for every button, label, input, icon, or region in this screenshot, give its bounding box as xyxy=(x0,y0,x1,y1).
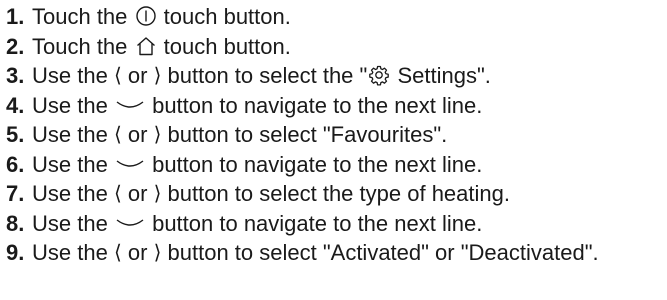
chevron-down-icon xyxy=(115,153,145,175)
step-text-before: Use the xyxy=(32,63,108,88)
chevron-down-icon xyxy=(115,94,145,116)
step-number: 9. xyxy=(6,240,25,265)
step-text-before: Touch the xyxy=(32,33,128,59)
step-text-after-settings: Settings". xyxy=(397,63,491,88)
step-number: 8. xyxy=(6,210,25,236)
gear-icon xyxy=(368,64,390,86)
power-icon xyxy=(135,5,157,27)
instruction-steps: 1. Touch the touch button. 2. Touch the xyxy=(0,0,667,268)
step-text-or: or xyxy=(127,240,148,265)
step-text: Use the button to navigate to the next l… xyxy=(32,150,482,180)
chevron-down-icon xyxy=(115,212,145,234)
chevron-left-icon: ⟨ xyxy=(113,181,122,205)
step-number: 5. xyxy=(6,122,25,147)
step-text: Use the ⟨ or ⟩ button to select the " Se… xyxy=(32,61,491,91)
step-text-or: or xyxy=(127,181,148,206)
step-number: 3. xyxy=(6,63,25,88)
step-7: 7. Use the ⟨ or ⟩ button to select the t… xyxy=(6,179,667,209)
step-text-or: or xyxy=(127,63,148,88)
step-9: 9. Use the ⟨ or ⟩ button to select "Acti… xyxy=(6,238,667,268)
step-text-after: button to navigate to the next line. xyxy=(152,92,483,118)
step-text: Use the button to navigate to the next l… xyxy=(32,209,482,239)
step-number: 4. xyxy=(6,92,25,118)
chevron-left-icon: ⟨ xyxy=(113,122,122,146)
step-text-after: touch button. xyxy=(163,33,291,59)
step-number: 7. xyxy=(6,181,25,206)
step-number: 6. xyxy=(6,151,25,177)
step-text: Touch the touch button. xyxy=(32,32,291,62)
step-3: 3. Use the ⟨ or ⟩ button to select the "… xyxy=(6,61,667,91)
step-4: 4. Use the button to navigate to the nex… xyxy=(6,91,667,121)
step-text-after: button to select "Favourites". xyxy=(167,122,448,147)
step-1: 1. Touch the touch button. xyxy=(6,2,667,32)
step-2: 2. Touch the touch button. xyxy=(6,32,667,62)
chevron-right-icon: ⟩ xyxy=(153,181,162,205)
step-text-after: touch button. xyxy=(163,4,291,29)
step-text-after: button to select "Activated" or "Deactiv… xyxy=(167,240,599,265)
step-text-before: Use the xyxy=(32,210,108,236)
step-text-before: Touch the xyxy=(32,4,128,29)
step-8: 8. Use the button to navigate to the nex… xyxy=(6,209,667,239)
step-6: 6. Use the button to navigate to the nex… xyxy=(6,150,667,180)
step-text: Touch the touch button. xyxy=(32,2,291,32)
step-text-after: button to select the " xyxy=(167,63,368,88)
step-text-before: Use the xyxy=(32,181,108,206)
step-text-before: Use the xyxy=(32,151,108,177)
chevron-left-icon: ⟨ xyxy=(113,240,122,264)
step-text-after: button to select the type of heating. xyxy=(167,181,510,206)
step-text-after: button to navigate to the next line. xyxy=(152,210,483,236)
step-5: 5. Use the ⟨ or ⟩ button to select "Favo… xyxy=(6,120,667,150)
step-text-before: Use the xyxy=(32,122,108,147)
step-text: Use the button to navigate to the next l… xyxy=(32,91,482,121)
chevron-right-icon: ⟩ xyxy=(153,63,162,87)
step-text-before: Use the xyxy=(32,240,108,265)
chevron-left-icon: ⟨ xyxy=(113,63,122,87)
step-text-before: Use the xyxy=(32,92,108,118)
chevron-right-icon: ⟩ xyxy=(153,122,162,146)
step-number: 1. xyxy=(6,4,25,29)
home-icon xyxy=(135,35,157,57)
step-text-or: or xyxy=(127,122,148,147)
step-text: Use the ⟨ or ⟩ button to select "Favouri… xyxy=(32,120,447,150)
step-text: Use the ⟨ or ⟩ button to select "Activat… xyxy=(32,238,647,268)
chevron-right-icon: ⟩ xyxy=(153,240,162,264)
step-number: 2. xyxy=(6,33,25,59)
step-text: Use the ⟨ or ⟩ button to select the type… xyxy=(32,179,510,209)
step-text-after: button to navigate to the next line. xyxy=(152,151,483,177)
